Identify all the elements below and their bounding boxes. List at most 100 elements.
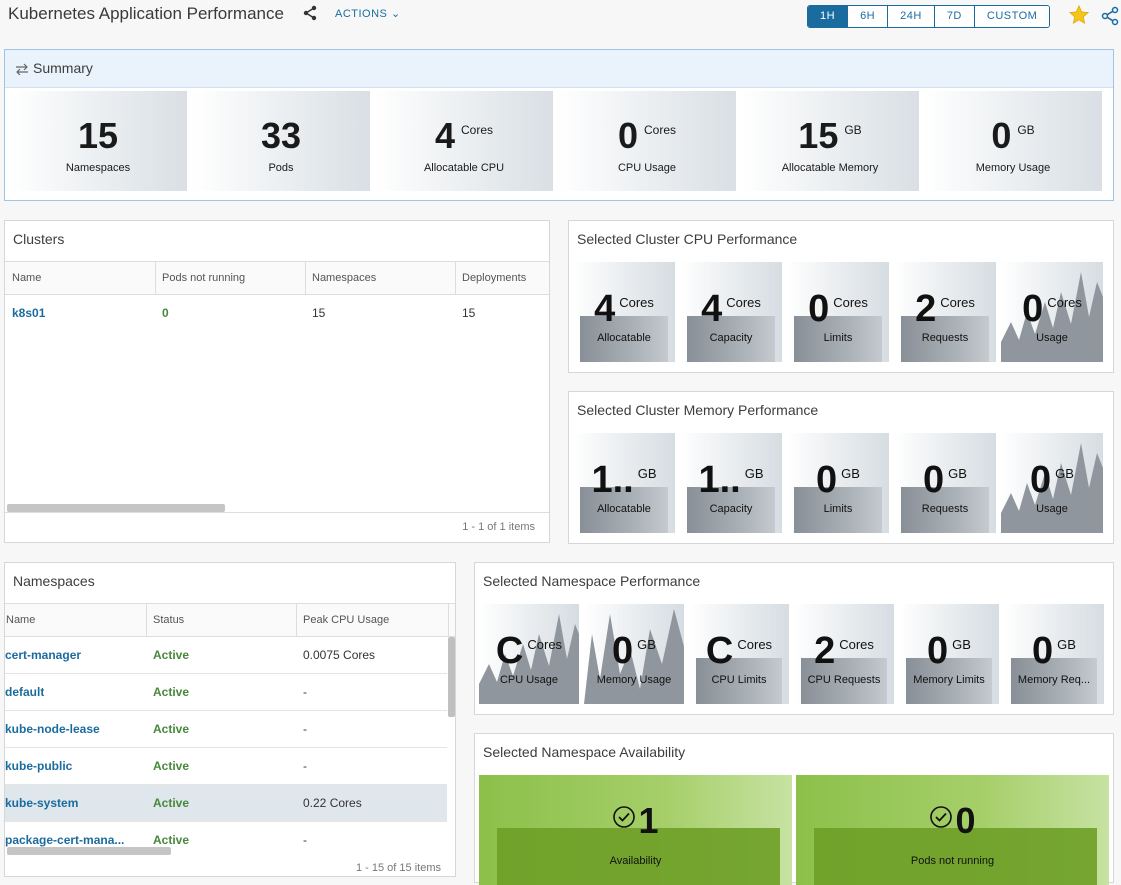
summary-tile-allocatable-cpu[interactable]: 4 Cores Allocatable CPU [375, 91, 553, 191]
column-header-pods-not-running[interactable]: Pods not running [155, 262, 305, 295]
metric-number: 0 [923, 459, 945, 501]
summary-tile-pods[interactable]: 33 Pods [192, 91, 370, 191]
metric-value: 2 Cores [794, 630, 894, 673]
metric-tile[interactable]: 0 GB Memory Req... [1004, 604, 1104, 704]
pods-not-running-tile[interactable]: 0 Pods not running [796, 775, 1109, 885]
metric-tile[interactable]: 4 Cores Capacity [680, 262, 782, 362]
tile-value: 4 Cores [375, 115, 553, 157]
namespace-name-link[interactable]: cert-manager [5, 637, 81, 673]
table-row[interactable]: package-cert-mana... Active - [5, 822, 447, 849]
namespace-status: Active [153, 833, 190, 847]
metric-tile[interactable]: 0 GB Memory Limits [899, 604, 999, 704]
horizontal-scrollbar[interactable] [7, 504, 225, 512]
time-range-1h[interactable]: 1H [808, 6, 849, 27]
metric-unit: GB [841, 466, 860, 481]
metric-value: 0 GB [584, 630, 684, 673]
tile-unit: GB [844, 123, 862, 137]
metric-tile[interactable]: 0 GB Usage [1001, 433, 1103, 533]
metric-unit: Cores [527, 637, 563, 652]
metric-label: Capacity [709, 503, 753, 515]
table-row[interactable]: default Active - [5, 674, 447, 711]
share-icon[interactable] [302, 5, 318, 21]
table-row[interactable]: k8s01 0 15 15 [5, 295, 549, 332]
metric-value: 2 Cores [894, 288, 996, 331]
summary-title: Summary [5, 50, 1113, 88]
namespace-status: Active [153, 685, 190, 699]
horizontal-scrollbar[interactable] [7, 847, 171, 855]
column-header-namespaces[interactable]: Namespaces [305, 262, 455, 295]
metric-number: 0 [1032, 630, 1054, 672]
star-icon[interactable] [1068, 4, 1090, 26]
metric-tile[interactable]: 2 Cores Requests [894, 262, 996, 362]
availability-tile[interactable]: 1 Availability [479, 775, 792, 885]
table-row[interactable]: kube-public Active - [5, 748, 447, 785]
summary-tiles: 15 Namespaces 33 Pods 4 Cores Allocatable… [9, 91, 1102, 191]
metric-unit: GB [744, 466, 764, 481]
metric-tile[interactable]: 0 Cores Usage [1001, 262, 1103, 362]
metric-value: C Cores [689, 630, 789, 673]
cluster-memory-title: Selected Cluster Memory Performance [577, 402, 819, 418]
metric-tile[interactable]: 0 Cores Limits [787, 262, 889, 362]
metric-tile[interactable]: 4 Cores Allocatable [573, 262, 675, 362]
metric-tile[interactable]: C Cores CPU Limits [689, 604, 789, 704]
tile-number: 33 [260, 115, 302, 156]
namespace-status: Active [153, 648, 190, 662]
summary-tile-cpu-usage[interactable]: 0 Cores CPU Usage [558, 91, 736, 191]
table-row[interactable]: kube-node-lease Active - [5, 711, 447, 748]
metric-tile[interactable]: 0 GB Limits [787, 433, 889, 533]
metric-tile[interactable]: 0 GB Requests [894, 433, 996, 533]
page-title: Kubernetes Application Performance [8, 4, 284, 23]
metric-value: 0 GB [899, 630, 999, 673]
collapse-arrows-icon[interactable] [15, 63, 29, 75]
metric-tile[interactable]: 0 GB Memory Usage [584, 604, 684, 704]
column-header-status[interactable]: Status [146, 604, 296, 637]
namespace-name-link[interactable]: kube-public [5, 748, 72, 784]
time-range-24h[interactable]: 24H [888, 6, 935, 27]
column-header-name[interactable]: Name [5, 262, 155, 295]
column-header-deployments[interactable]: Deployments [455, 262, 551, 295]
time-range-custom[interactable]: CUSTOM [974, 6, 1050, 27]
summary-tile-memory-usage[interactable]: 0 GB Memory Usage [924, 91, 1102, 191]
namespace-name-link[interactable]: kube-node-lease [5, 711, 100, 747]
metric-label: Requests [921, 503, 969, 515]
table-row[interactable]: kube-system Active 0.22 Cores [5, 785, 447, 822]
column-header-name[interactable]: Name [0, 604, 146, 637]
table-row[interactable]: cert-manager Active 0.0075 Cores [5, 637, 447, 674]
time-range-6h[interactable]: 6H [848, 6, 889, 27]
namespace-name-link[interactable]: package-cert-mana... [5, 822, 124, 849]
tile-unit: Cores [461, 123, 494, 137]
summary-tile-namespaces[interactable]: 15 Namespaces [9, 91, 187, 191]
metric-number: 4 [701, 288, 723, 330]
cluster-name-link[interactable]: k8s01 [5, 295, 45, 331]
share-dashboard-icon[interactable] [1100, 6, 1120, 26]
tile-value: 0 Cores [558, 115, 736, 157]
metric-tile[interactable]: 1.. GB Capacity [680, 433, 782, 533]
actions-dropdown[interactable]: ACTIONS ⌄ [335, 7, 401, 20]
metric-number: 0 [816, 459, 838, 501]
clusters-pagination: 1 - 1 of 1 items [462, 521, 535, 533]
column-header-peak-cpu[interactable]: Peak CPU Usage [296, 604, 448, 637]
metric-unit: Cores [839, 637, 874, 652]
metric-tile[interactable]: C Cores CPU Usage [479, 604, 579, 704]
summary-tile-allocatable-memory[interactable]: 15 GB Allocatable Memory [741, 91, 919, 191]
metric-number: 2 [915, 288, 937, 330]
metric-tile[interactable]: 1.. GB Allocatable [573, 433, 675, 533]
time-range-7d[interactable]: 7D [934, 6, 975, 27]
namespace-name-link[interactable]: kube-system [5, 785, 78, 821]
metric-label: Usage [1036, 332, 1068, 344]
metric-label: CPU Usage [499, 674, 559, 686]
namespaces-pagination: 1 - 15 of 15 items [356, 862, 441, 874]
cluster-cpu-title: Selected Cluster CPU Performance [577, 231, 798, 247]
column-header-more[interactable] [448, 604, 457, 637]
tile-value: 0 GB [924, 115, 1102, 157]
namespace-name-link[interactable]: default [5, 674, 44, 710]
namespace-peak-cpu: - [303, 685, 307, 699]
availability-number: 1 [638, 800, 659, 841]
namespace-peak-cpu: 0.22 Cores [303, 796, 362, 810]
vertical-scrollbar[interactable] [448, 637, 455, 717]
metric-unit: GB [637, 637, 656, 652]
tile-label: CPU Usage [617, 162, 677, 174]
metric-number: 4 [594, 288, 616, 330]
metric-tile[interactable]: 2 Cores CPU Requests [794, 604, 894, 704]
metric-number: 2 [814, 630, 836, 672]
